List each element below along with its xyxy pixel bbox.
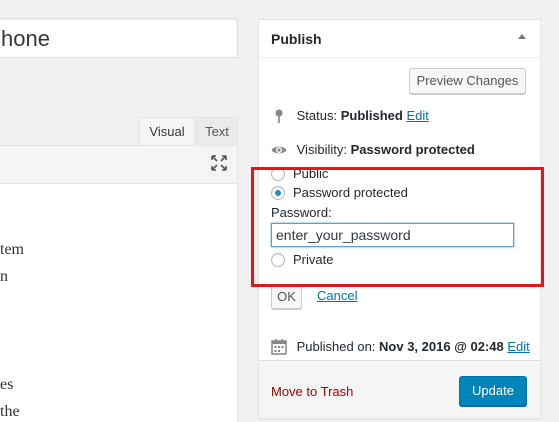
editor-line: n bbox=[0, 268, 8, 285]
editor-toolbar bbox=[0, 146, 237, 184]
update-button[interactable]: Update bbox=[459, 376, 527, 406]
published-edit-link[interactable]: Edit bbox=[507, 339, 529, 354]
visibility-label: Visibility: bbox=[296, 142, 347, 157]
status-label: Status: bbox=[296, 108, 338, 123]
editor-content[interactable]: tem n es the bbox=[0, 236, 24, 422]
collapse-icon[interactable] bbox=[518, 34, 526, 39]
tab-text[interactable]: Text bbox=[196, 117, 238, 145]
published-value: Nov 3, 2016 @ 02:48 bbox=[379, 339, 504, 354]
post-title-input[interactable]: hone bbox=[0, 18, 238, 58]
publish-footer: Move to Trash Update bbox=[259, 360, 540, 418]
pin-icon bbox=[271, 108, 287, 124]
status-edit-link[interactable]: Edit bbox=[406, 108, 428, 123]
tab-visual[interactable]: Visual bbox=[139, 117, 195, 145]
publish-header[interactable]: Publish bbox=[259, 20, 540, 58]
move-to-trash-link[interactable]: Move to Trash bbox=[271, 384, 353, 399]
publish-title: Publish bbox=[271, 31, 322, 47]
eye-icon bbox=[271, 142, 287, 158]
cancel-link[interactable]: Cancel bbox=[317, 288, 357, 303]
editor-line: the bbox=[0, 403, 20, 420]
published-label: Published on: bbox=[296, 339, 376, 354]
visibility-row: Visibility: Password protected bbox=[271, 140, 475, 160]
status-value: Published bbox=[340, 108, 403, 123]
published-on-row: Published on: Nov 3, 2016 @ 02:48 Edit bbox=[271, 337, 530, 357]
editor-line: tem bbox=[0, 241, 24, 258]
highlight-annotation bbox=[251, 167, 544, 287]
visibility-value: Password protected bbox=[350, 142, 475, 157]
ok-button[interactable]: OK bbox=[271, 285, 302, 309]
calendar-icon bbox=[271, 338, 287, 355]
preview-changes-button[interactable]: Preview Changes bbox=[409, 68, 526, 94]
status-row: Status: Published Edit bbox=[271, 106, 429, 126]
editor-line: es bbox=[0, 376, 14, 393]
fullscreen-icon[interactable] bbox=[211, 155, 227, 171]
editor-area[interactable]: tem n es the bbox=[0, 145, 238, 422]
